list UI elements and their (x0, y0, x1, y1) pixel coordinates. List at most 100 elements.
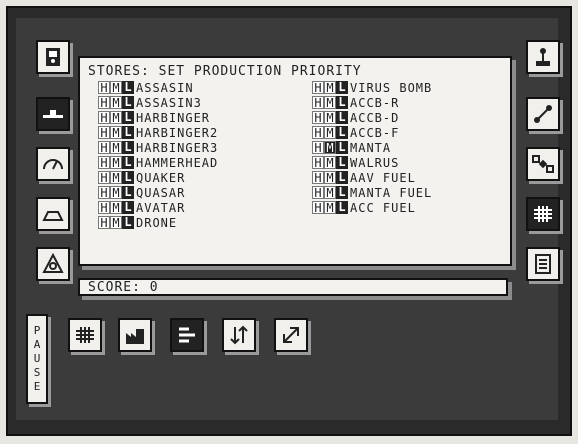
priority-high-button[interactable]: H (312, 201, 324, 215)
priority-medium-button[interactable]: M (110, 96, 122, 110)
priority-low-button[interactable]: L (336, 141, 348, 154)
priority-medium-button[interactable]: M (324, 171, 336, 185)
priority-medium-button[interactable]: M (110, 201, 122, 215)
priority-medium-button[interactable]: M (110, 111, 122, 125)
priority-medium-button[interactable]: M (324, 141, 336, 155)
priority-high-button[interactable]: H (98, 126, 110, 140)
priority-medium-button[interactable]: M (324, 156, 336, 170)
priority-medium-button[interactable]: M (324, 186, 336, 200)
priority-high-button[interactable]: H (98, 96, 110, 110)
priority-row: H M L AAV FUEL (312, 170, 432, 185)
priority-high-button[interactable]: H (312, 96, 324, 110)
bottom-button-priority[interactable] (170, 318, 204, 352)
priority-low-button[interactable]: L (122, 141, 134, 154)
left-menu-button-2[interactable] (36, 97, 70, 131)
item-name: ASSASIN3 (136, 95, 202, 110)
priority-low-button[interactable]: L (122, 156, 134, 169)
priority-low-button[interactable]: L (336, 111, 348, 124)
right-menu-button-1[interactable] (526, 40, 560, 74)
pause-button[interactable]: P A U S E (26, 314, 48, 404)
priority-low-button[interactable]: L (122, 81, 134, 94)
item-name: MANTA FUEL (350, 185, 433, 200)
priority-low-button[interactable]: L (336, 171, 348, 184)
left-menu-button-1[interactable] (36, 40, 70, 74)
priority-high-button[interactable]: H (98, 111, 110, 125)
priority-low-button[interactable]: L (122, 126, 134, 139)
item-name: ACC FUEL (350, 200, 416, 215)
triangle-map-icon (42, 252, 64, 273)
bottom-button-factory[interactable] (118, 318, 152, 352)
priority-high-button[interactable]: H (98, 216, 110, 230)
priority-high-button[interactable]: H (312, 81, 324, 95)
priority-medium-button[interactable]: M (324, 201, 336, 215)
priority-row: H M L ACCB-F (312, 125, 432, 140)
priority-high-button[interactable]: H (312, 141, 324, 155)
priority-high-button[interactable]: H (98, 81, 110, 95)
production-panel: STORES: SET PRODUCTION PRIORITY H M L ASSAS… (78, 56, 512, 266)
priority-medium-button[interactable]: M (110, 171, 122, 185)
priority-high-button[interactable]: H (312, 111, 324, 125)
priority-high-button[interactable]: H (312, 171, 324, 185)
bottom-button-transfer[interactable] (274, 318, 308, 352)
priority-row: H M L DRONE (98, 215, 218, 230)
priority-row: H M L ACCB-D (312, 110, 432, 125)
priority-high-button[interactable]: H (312, 156, 324, 170)
priority-low-button[interactable]: L (336, 81, 348, 94)
link-nodes-icon (534, 105, 552, 123)
priority-low-button[interactable]: L (122, 216, 134, 229)
priority-low-button[interactable]: L (122, 171, 134, 184)
priority-medium-button[interactable]: M (110, 126, 122, 140)
priority-medium-button[interactable]: M (110, 216, 122, 230)
left-menu-button-3[interactable] (36, 147, 70, 181)
right-menu-button-5[interactable] (526, 247, 560, 281)
priority-high-button[interactable]: H (312, 126, 324, 140)
item-name: ACCB-F (350, 125, 400, 140)
item-name: MANTA (350, 140, 392, 155)
item-name: VIRUS BOMB (350, 80, 433, 95)
satellite-icon (532, 155, 554, 173)
left-menu-button-5[interactable] (36, 247, 70, 281)
priority-high-button[interactable]: H (98, 171, 110, 185)
priority-row: H M L ASSASIN3 (98, 95, 218, 110)
priority-high-button[interactable]: H (98, 156, 110, 170)
priority-row: H M L MANTA (312, 140, 432, 155)
item-name: ACCB-D (350, 110, 400, 125)
joystick-icon (536, 48, 550, 66)
item-name: WALRUS (350, 155, 400, 170)
document-icon (535, 254, 551, 274)
right-priority-list: H M L VIRUS BOMB H M L ACCB-R H M L ACCB-D H M L ACC… (312, 80, 432, 215)
priority-low-button[interactable]: L (122, 111, 134, 124)
priority-low-button[interactable]: L (336, 156, 348, 169)
priority-medium-button[interactable]: M (110, 141, 122, 155)
right-menu-button-4[interactable] (526, 197, 560, 231)
left-menu-button-4[interactable] (36, 197, 70, 231)
priority-medium-button[interactable]: M (110, 156, 122, 170)
priority-medium-button[interactable]: M (324, 96, 336, 110)
priority-medium-button[interactable]: M (324, 81, 336, 95)
priority-low-button[interactable]: L (122, 201, 134, 214)
priority-medium-button[interactable]: M (324, 126, 336, 140)
priority-low-button[interactable]: L (122, 186, 134, 199)
computer-icon (46, 48, 60, 66)
priority-row: H M L ACC FUEL (312, 200, 432, 215)
priority-medium-button[interactable]: M (324, 111, 336, 125)
right-menu-button-3[interactable] (526, 147, 560, 181)
item-name: HARBINGER3 (136, 140, 219, 155)
priority-low-button[interactable]: L (336, 201, 348, 214)
item-name: HARBINGER (136, 110, 211, 125)
bottom-button-grid[interactable] (68, 318, 102, 352)
priority-low-button[interactable]: L (336, 186, 348, 199)
priority-low-button[interactable]: L (122, 96, 134, 109)
right-menu-button-2[interactable] (526, 97, 560, 131)
priority-low-button[interactable]: L (336, 96, 348, 109)
priority-high-button[interactable]: H (98, 201, 110, 215)
priority-row: H M L ASSASIN (98, 80, 218, 95)
priority-high-button[interactable]: H (98, 141, 110, 155)
item-name: HARBINGER2 (136, 125, 219, 140)
priority-low-button[interactable]: L (336, 126, 348, 139)
priority-high-button[interactable]: H (98, 186, 110, 200)
priority-medium-button[interactable]: M (110, 81, 122, 95)
priority-high-button[interactable]: H (312, 186, 324, 200)
priority-medium-button[interactable]: M (110, 186, 122, 200)
bottom-button-sort[interactable] (222, 318, 256, 352)
